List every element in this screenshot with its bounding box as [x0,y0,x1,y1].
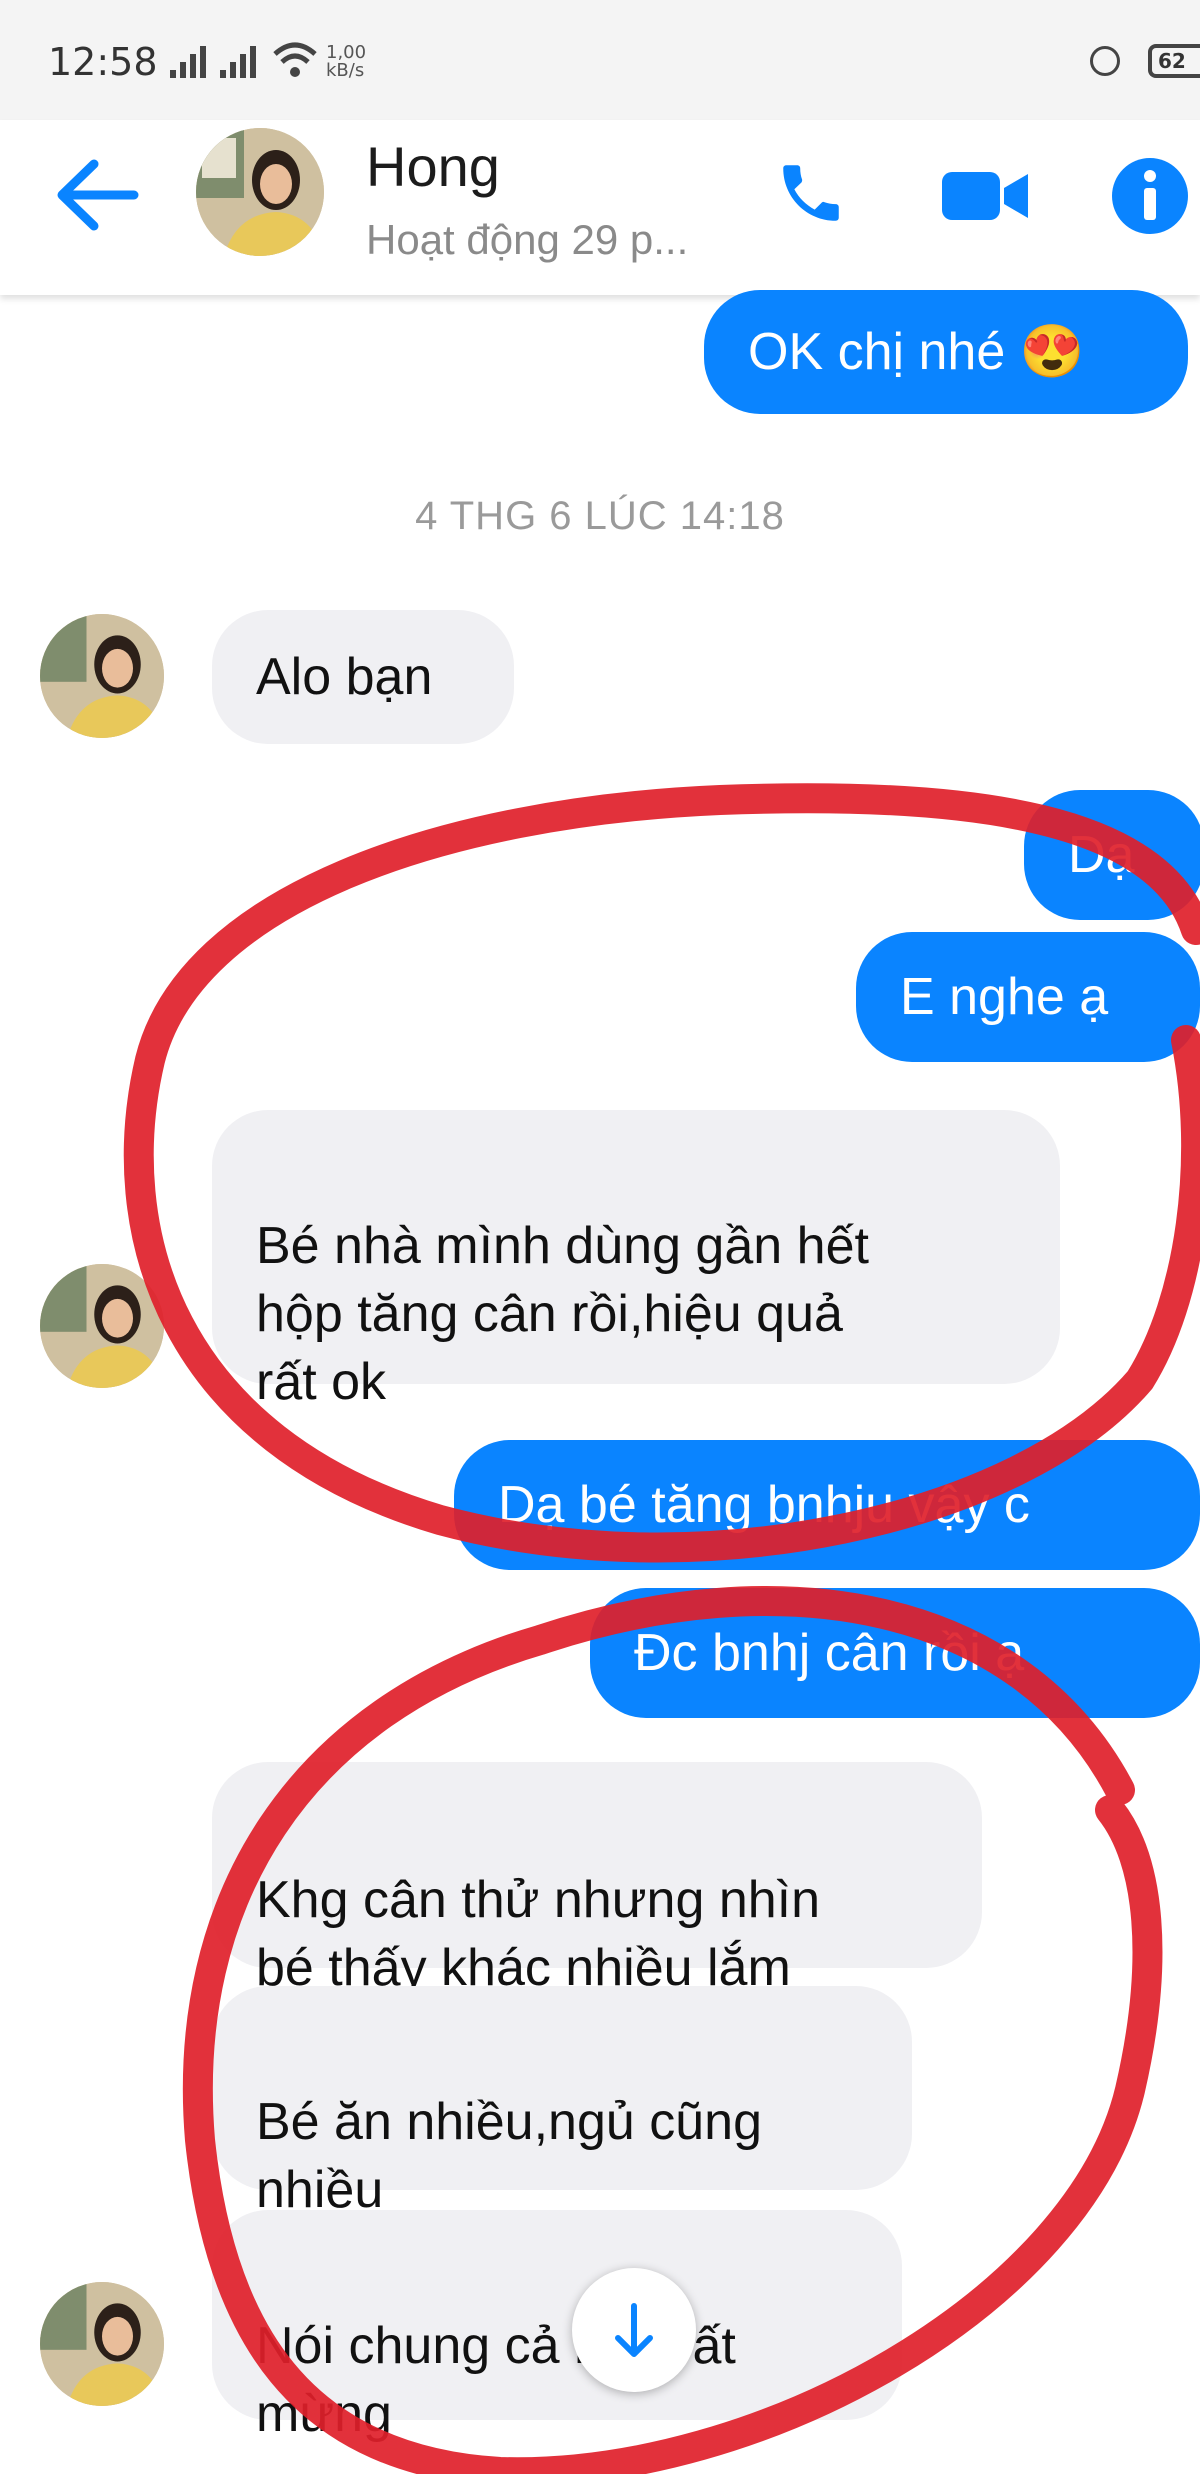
alarm-icon [1090,46,1120,76]
message-bubble-incoming[interactable]: Nói chung cả nhà rất mừng [212,2210,902,2443]
network-speed-unit: kB/s [326,60,365,81]
message-bubble-outgoing[interactable]: Dạ bé tăng bnhju vậy c [454,1440,1200,1570]
message-text: Bé nhà mình dùng gần hết hộp tăng cân rồ… [256,1217,869,1411]
status-time: 12:58 [48,40,158,84]
message-bubble-incoming[interactable]: Khg cân thử nhưng nhìn bé thấy khác nhiề… [212,1762,982,1997]
status-bar: 12:58 1,00 kB/s 62 [0,0,1200,120]
scroll-to-bottom-button[interactable] [572,2268,696,2392]
message-bubble-incoming[interactable]: Alo bạn [212,610,514,744]
back-arrow-icon[interactable] [54,158,140,232]
video-camera-icon[interactable] [940,166,1030,226]
message-text: Bé ăn nhiều,ngủ cũng nhiều [256,2093,762,2219]
message-bubble-outgoing[interactable]: Dạ [1024,790,1200,920]
network-speed: 1,00 kB/s [326,44,366,80]
signal-icon [170,46,206,78]
message-text: Dạ bé tăng bnhju vậy c [498,1476,1030,1534]
sender-avatar [40,2282,164,2406]
message-text: Đc bnhj cân rồi ạ [634,1624,1025,1682]
message-text: OK chị nhé 😍 [748,323,1085,381]
battery-indicator: 62 [1148,44,1200,78]
message-text: Alo bạn [256,648,433,706]
sender-avatar [40,1264,164,1388]
conversation-timestamp: 4 THG 6 LÚC 14:18 [415,494,785,538]
signal-icon [220,46,256,78]
wifi-icon [273,42,317,77]
message-bubble-outgoing[interactable]: OK chị nhé 😍 [704,290,1188,414]
message-bubble-incoming[interactable]: Bé nhà mình dùng gần hết hộp tăng cân rồ… [212,1110,1060,1411]
phone-icon[interactable] [774,156,848,230]
sender-avatar [40,614,164,738]
message-text: E nghe ạ [900,968,1109,1026]
message-bubble-incoming[interactable]: Bé ăn nhiều,ngủ cũng nhiều [212,1986,912,2219]
message-text: Khg cân thử nhưng nhìn bé thấy khác nhiề… [256,1871,821,1997]
arrow-down-icon [615,2303,653,2357]
info-icon[interactable] [1110,156,1190,236]
message-bubble-outgoing[interactable]: E nghe ạ [856,932,1200,1062]
message-bubble-outgoing[interactable]: Đc bnhj cân rồi ạ [590,1588,1200,1718]
contact-name[interactable]: Hong [366,134,500,199]
message-text: Dạ [1068,826,1135,884]
activity-status: Hoạt động 29 p... [366,216,689,263]
contact-avatar[interactable] [196,128,324,256]
